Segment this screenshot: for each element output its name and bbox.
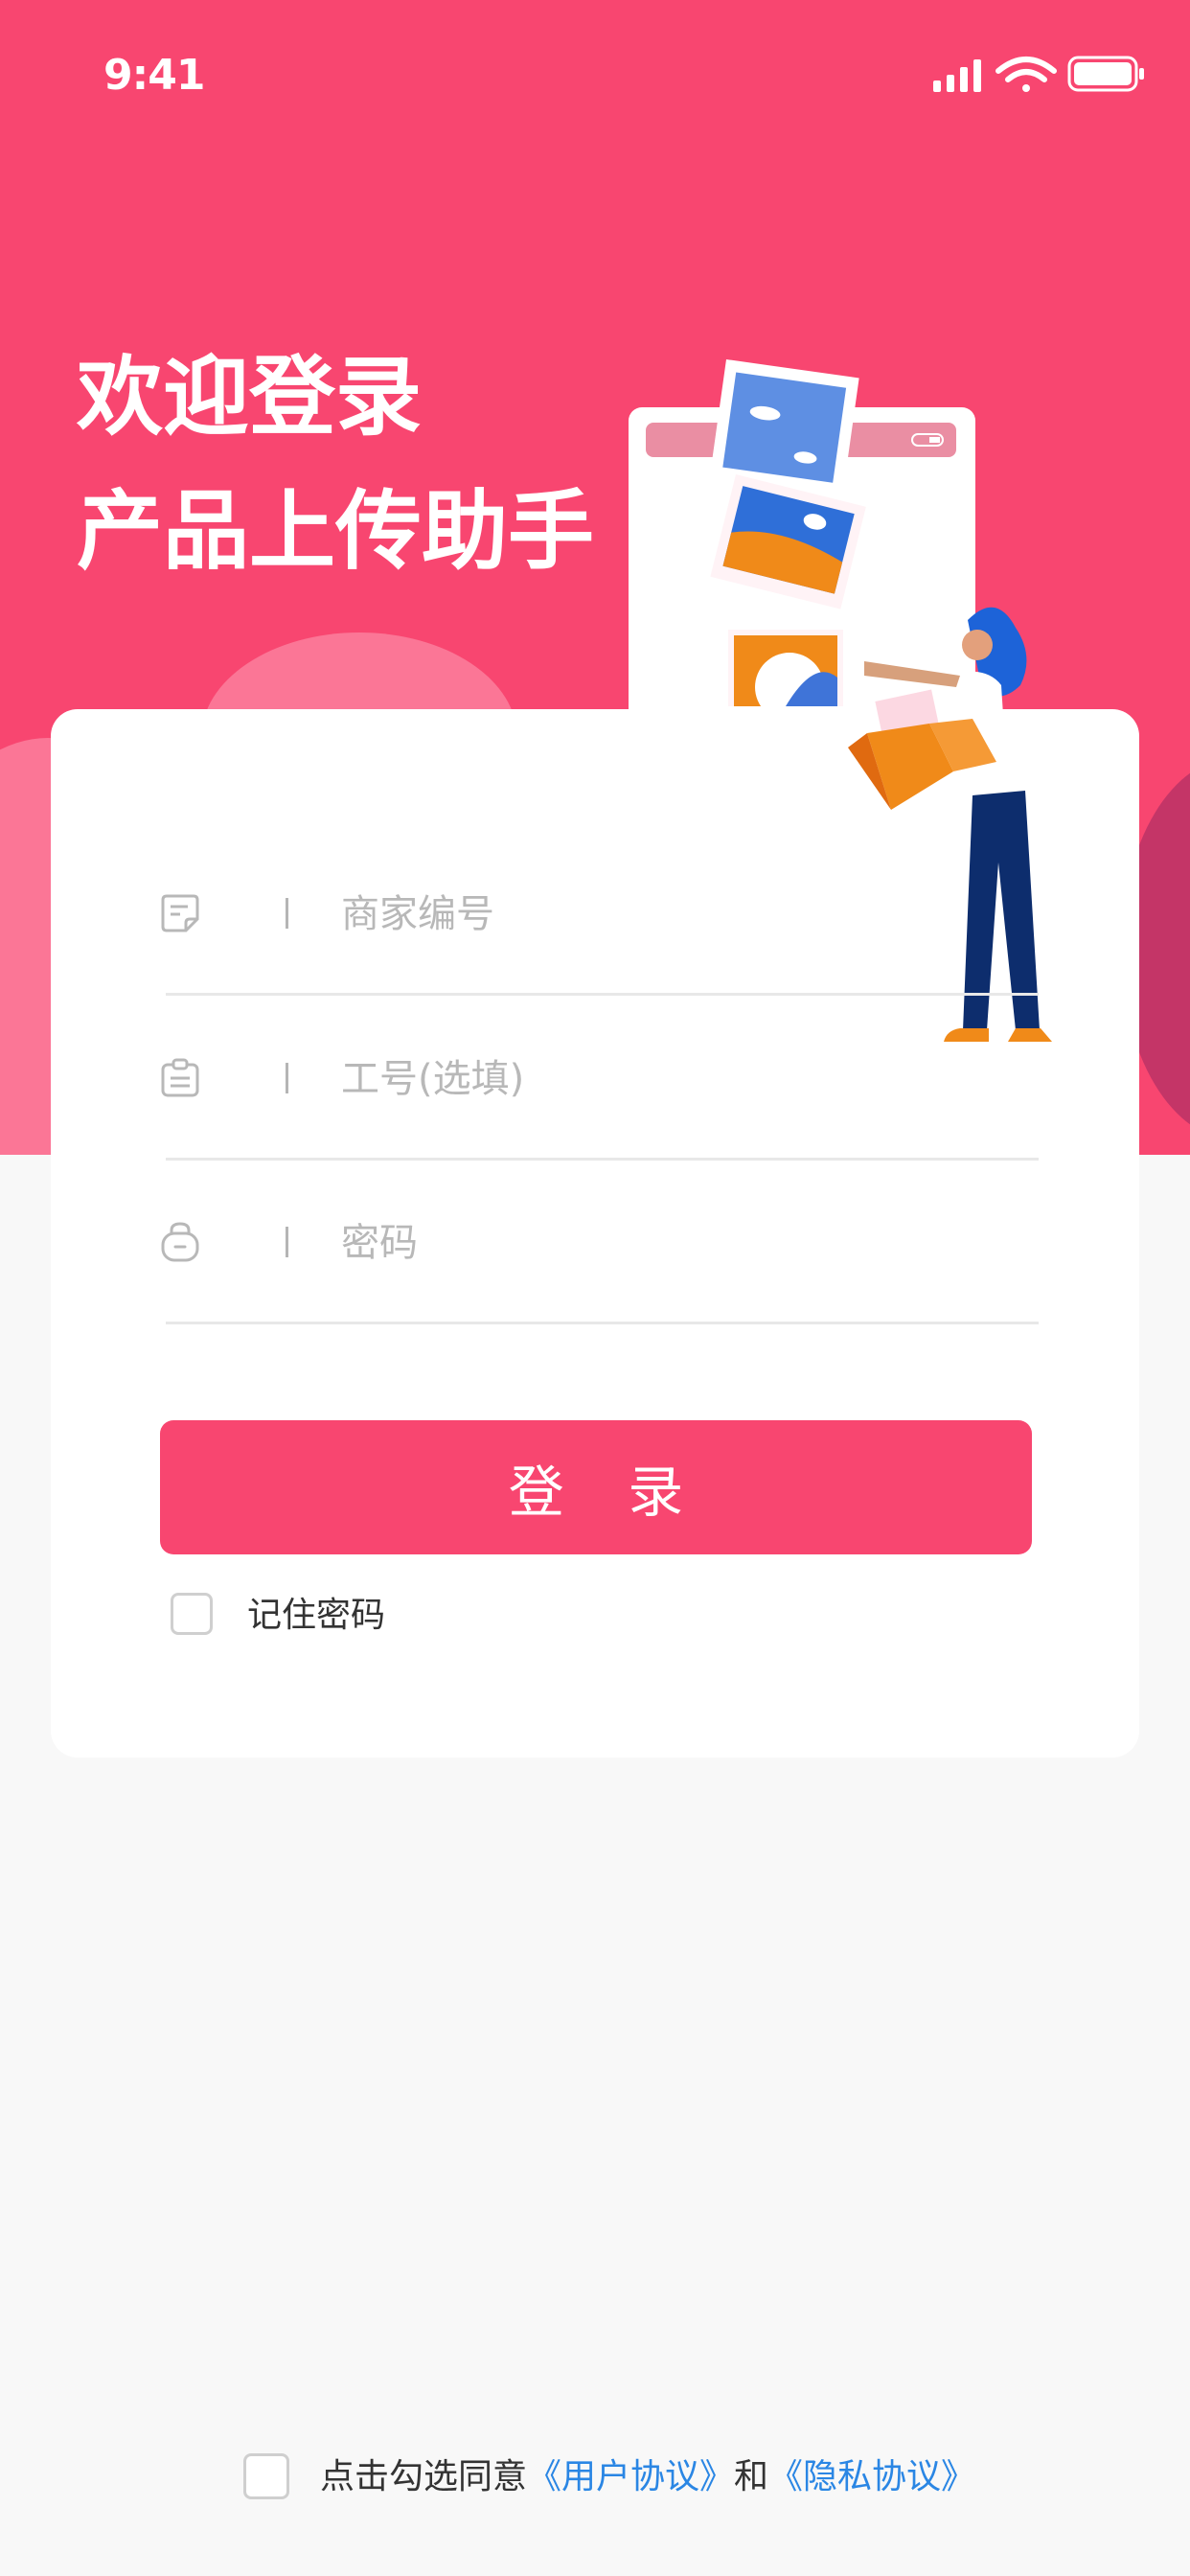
user-agreement-link[interactable]: 《用户协议》 [527,2457,734,2496]
agreement-conjunction: 和 [734,2457,769,2496]
lock-icon [161,1222,199,1262]
employee-id-input[interactable] [339,1044,995,1115]
merchant-note-icon [161,894,199,932]
merchant-id-field [107,831,1039,996]
status-time: 9:41 [103,51,205,100]
password-input[interactable] [339,1208,995,1278]
field-separator [286,898,288,929]
remember-password-label: 记住密码 [247,1596,386,1635]
remember-password-checkbox[interactable] [171,1593,213,1635]
badge-icon [161,1058,199,1097]
agreement-checkbox[interactable] [243,2453,289,2499]
page-subtitle: 产品上传助手 [77,481,594,582]
wifi-icon [995,57,1057,92]
agreement-text: 点击勾选同意《用户协议》和《隐私协议》 [320,2453,975,2501]
login-button[interactable]: 登 录 [160,1420,1032,1554]
agreement-prefix: 点击勾选同意 [320,2457,528,2496]
status-icons [933,56,1144,92]
page-title: 欢迎登录 [77,347,422,448]
merchant-id-input[interactable] [339,879,995,950]
field-separator [286,1063,288,1093]
battery-icon [1067,56,1144,92]
field-separator [286,1227,288,1257]
privacy-policy-link[interactable]: 《隐私协议》 [768,2457,975,2496]
field-underline [166,1322,1039,1324]
signal-icon [933,59,981,92]
agreement-row: 点击勾选同意《用户协议》和《隐私协议》 [243,2453,975,2507]
employee-id-field [107,996,1039,1161]
password-field [107,1160,1039,1324]
